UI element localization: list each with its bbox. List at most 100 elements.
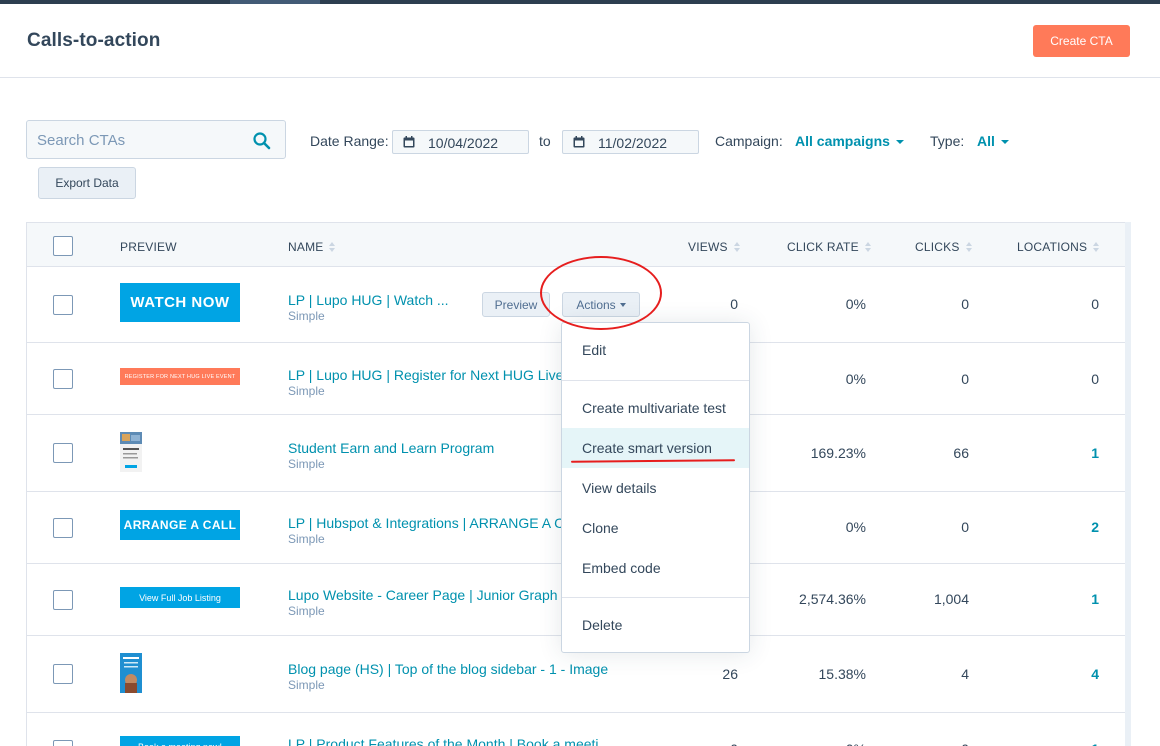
page-header: Calls-to-action Create CTA: [0, 4, 1160, 78]
click-rate-value: 0%: [845, 519, 866, 535]
locations-link[interactable]: 4: [1027, 666, 1099, 682]
campaign-label: Campaign:: [715, 133, 783, 149]
column-header-views[interactable]: VIEWS: [688, 240, 741, 254]
cta-preview-thumbnail: ARRANGE A CALL: [120, 510, 240, 540]
sort-icon: [864, 242, 872, 253]
date-to-field[interactable]: 11/02/2022: [562, 130, 699, 154]
click-rate-value: 0%: [767, 741, 866, 746]
locations-value: 0: [1091, 296, 1099, 312]
cta-preview-image: [120, 432, 142, 472]
click-rate-value: 15.38%: [818, 666, 866, 682]
search-icon[interactable]: [252, 131, 272, 151]
campaign-dropdown-value: All campaigns: [795, 133, 890, 149]
column-header-name[interactable]: NAME: [288, 240, 336, 254]
date-range-label: Date Range:: [310, 133, 389, 149]
menu-item-embed-code[interactable]: Embed code: [562, 548, 749, 588]
campaign-dropdown[interactable]: All campaigns: [795, 133, 904, 149]
cta-name-link[interactable]: LP | Product Features of the Month | Boo…: [288, 736, 608, 746]
column-header-locations[interactable]: LOCATIONS: [1017, 240, 1100, 254]
date-to-label: to: [539, 133, 551, 149]
locations-value: 0: [1091, 371, 1099, 387]
row-checkbox[interactable]: [53, 295, 73, 315]
cta-name-link[interactable]: Student Earn and Learn Program: [288, 440, 494, 456]
column-header-click-rate-label: CLICK RATE: [787, 240, 859, 254]
cta-preview-image: [120, 653, 142, 693]
menu-item-clone[interactable]: Clone: [562, 508, 749, 548]
clicks-value: 1,004: [933, 591, 969, 607]
column-header-clicks[interactable]: CLICKS: [915, 240, 973, 254]
cta-preview-thumbnail: WATCH NOW: [120, 283, 240, 322]
calendar-icon: [403, 136, 415, 148]
locations-link[interactable]: 1: [1027, 591, 1099, 607]
calendar-icon: [573, 136, 585, 148]
search-box[interactable]: [26, 120, 286, 159]
sort-icon: [965, 242, 973, 253]
column-header-views-label: VIEWS: [688, 240, 728, 254]
column-header-preview: PREVIEW: [120, 240, 177, 254]
row-checkbox[interactable]: [53, 590, 73, 610]
sort-icon: [733, 242, 741, 253]
clicks-value: 0: [961, 296, 969, 312]
locations-link[interactable]: 2: [1027, 519, 1099, 535]
row-checkbox[interactable]: [53, 443, 73, 463]
clicks-value: 4: [961, 666, 969, 682]
cta-name-link[interactable]: Lupo Website - Career Page | Junior Grap…: [288, 587, 565, 603]
menu-divider: [562, 597, 749, 598]
actions-dropdown-menu: Edit Create multivariate test Create sma…: [561, 322, 750, 653]
clicks-value: 0: [961, 371, 969, 387]
create-cta-button[interactable]: Create CTA: [1033, 25, 1130, 57]
cta-type: Simple: [288, 532, 325, 546]
row-checkbox[interactable]: [53, 369, 73, 389]
cta-name-link[interactable]: LP | Hubspot & Integrations | ARRANGE A …: [288, 515, 565, 531]
locations-link[interactable]: 1: [1027, 445, 1099, 461]
locations-link[interactable]: 1: [1027, 741, 1099, 746]
search-input[interactable]: [37, 130, 247, 150]
views-value: 26: [722, 666, 738, 682]
click-rate-value: 0%: [845, 371, 866, 387]
select-all-checkbox[interactable]: [53, 236, 73, 256]
cta-type: Simple: [288, 384, 325, 398]
cta-name-link[interactable]: LP | Lupo HUG | Register for Next HUG Li…: [288, 367, 565, 383]
click-rate-value: 2,574.36%: [799, 591, 866, 607]
date-from-field[interactable]: 10/04/2022: [392, 130, 529, 154]
menu-item-delete[interactable]: Delete: [562, 605, 749, 645]
row-checkbox[interactable]: [53, 518, 73, 538]
row-preview-button-label: Preview: [494, 297, 538, 312]
type-label: Type:: [930, 133, 965, 149]
menu-item-view-details[interactable]: View details: [562, 468, 749, 508]
annotation-circle: [540, 256, 662, 330]
cta-name-link[interactable]: LP | Lupo HUG | Watch ...: [288, 292, 449, 308]
views-value: 0: [730, 296, 738, 312]
column-header-clicks-label: CLICKS: [915, 240, 960, 254]
sort-icon: [1093, 242, 1100, 253]
cta-preview-thumbnail: Book a meeting now!: [120, 736, 240, 746]
cta-preview-thumbnail: REGISTER FOR NEXT HUG LIVE EVENT: [120, 368, 240, 385]
column-header-name-label: NAME: [288, 240, 324, 254]
cta-type: Simple: [288, 678, 325, 692]
views-value: 0: [667, 741, 738, 746]
menu-item-edit[interactable]: Edit: [562, 330, 749, 370]
type-dropdown[interactable]: All: [977, 133, 1009, 149]
table-row[interactable]: Book a meeting now! LP | Product Feature…: [27, 713, 1131, 746]
row-checkbox[interactable]: [53, 664, 73, 684]
date-from-value: 10/04/2022: [428, 135, 499, 151]
table-scrollbar[interactable]: [1125, 222, 1131, 746]
cta-type: Simple: [288, 457, 325, 471]
cta-type: Simple: [288, 604, 325, 618]
menu-item-create-multivariate-test[interactable]: Create multivariate test: [562, 388, 749, 428]
sort-icon: [329, 242, 336, 253]
clicks-value: 66: [953, 445, 969, 461]
row-checkbox[interactable]: [53, 740, 73, 746]
menu-divider: [562, 380, 749, 381]
column-header-locations-label: LOCATIONS: [1017, 240, 1088, 254]
type-dropdown-value: All: [977, 133, 995, 149]
date-to-value: 11/02/2022: [598, 135, 668, 151]
click-rate-value: 169.23%: [810, 445, 866, 461]
cta-name-link[interactable]: Blog page (HS) | Top of the blog sidebar…: [288, 661, 608, 677]
export-data-button[interactable]: Export Data: [38, 167, 136, 199]
column-header-click-rate[interactable]: CLICK RATE: [787, 240, 872, 254]
clicks-value: 0: [961, 519, 969, 535]
cta-type: Simple: [288, 309, 325, 323]
clicks-value: 0: [897, 741, 969, 746]
chevron-down-icon: [895, 140, 904, 145]
